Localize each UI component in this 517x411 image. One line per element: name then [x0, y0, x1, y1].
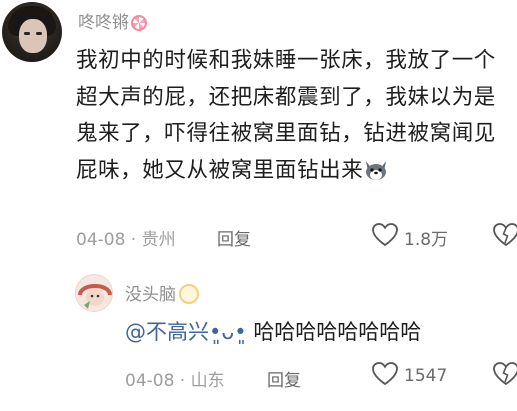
- like-heart-icon[interactable]: [371, 361, 399, 387]
- comment-text: 我初中的时候和我妹睡一张床，我放了一个超大声的屁，还把床都震到了，我妹以为是鬼来…: [76, 48, 496, 183]
- dislike-heart-icon[interactable]: [492, 361, 517, 387]
- like-heart-icon[interactable]: [371, 222, 399, 248]
- reply-like-count: 1547: [404, 366, 448, 386]
- wolf-emoji-icon: [366, 160, 387, 180]
- commenter-avatar[interactable]: [2, 2, 62, 62]
- comment-username[interactable]: 咚咚锵: [78, 8, 147, 33]
- reply-username[interactable]: 没头脑: [125, 280, 199, 305]
- reply-text: @不高兴•͈ᴗ•͈ 哈哈哈哈哈哈哈哈: [125, 320, 422, 344]
- mention-link[interactable]: @不高兴•͈ᴗ•͈: [125, 320, 247, 344]
- lollipop-icon: [131, 15, 147, 31]
- reply-button[interactable]: 回复: [217, 225, 251, 250]
- like-count: 1.8万: [404, 230, 449, 250]
- replier-avatar[interactable]: [75, 274, 113, 312]
- sleepy-face-icon: [179, 284, 199, 304]
- reply-reply-button[interactable]: 回复: [267, 366, 301, 391]
- reply-date-location: 04-08 · 山东: [125, 371, 225, 391]
- dislike-heart-icon[interactable]: [492, 222, 517, 248]
- comment-date-location: 04-08 · 贵州: [76, 230, 176, 250]
